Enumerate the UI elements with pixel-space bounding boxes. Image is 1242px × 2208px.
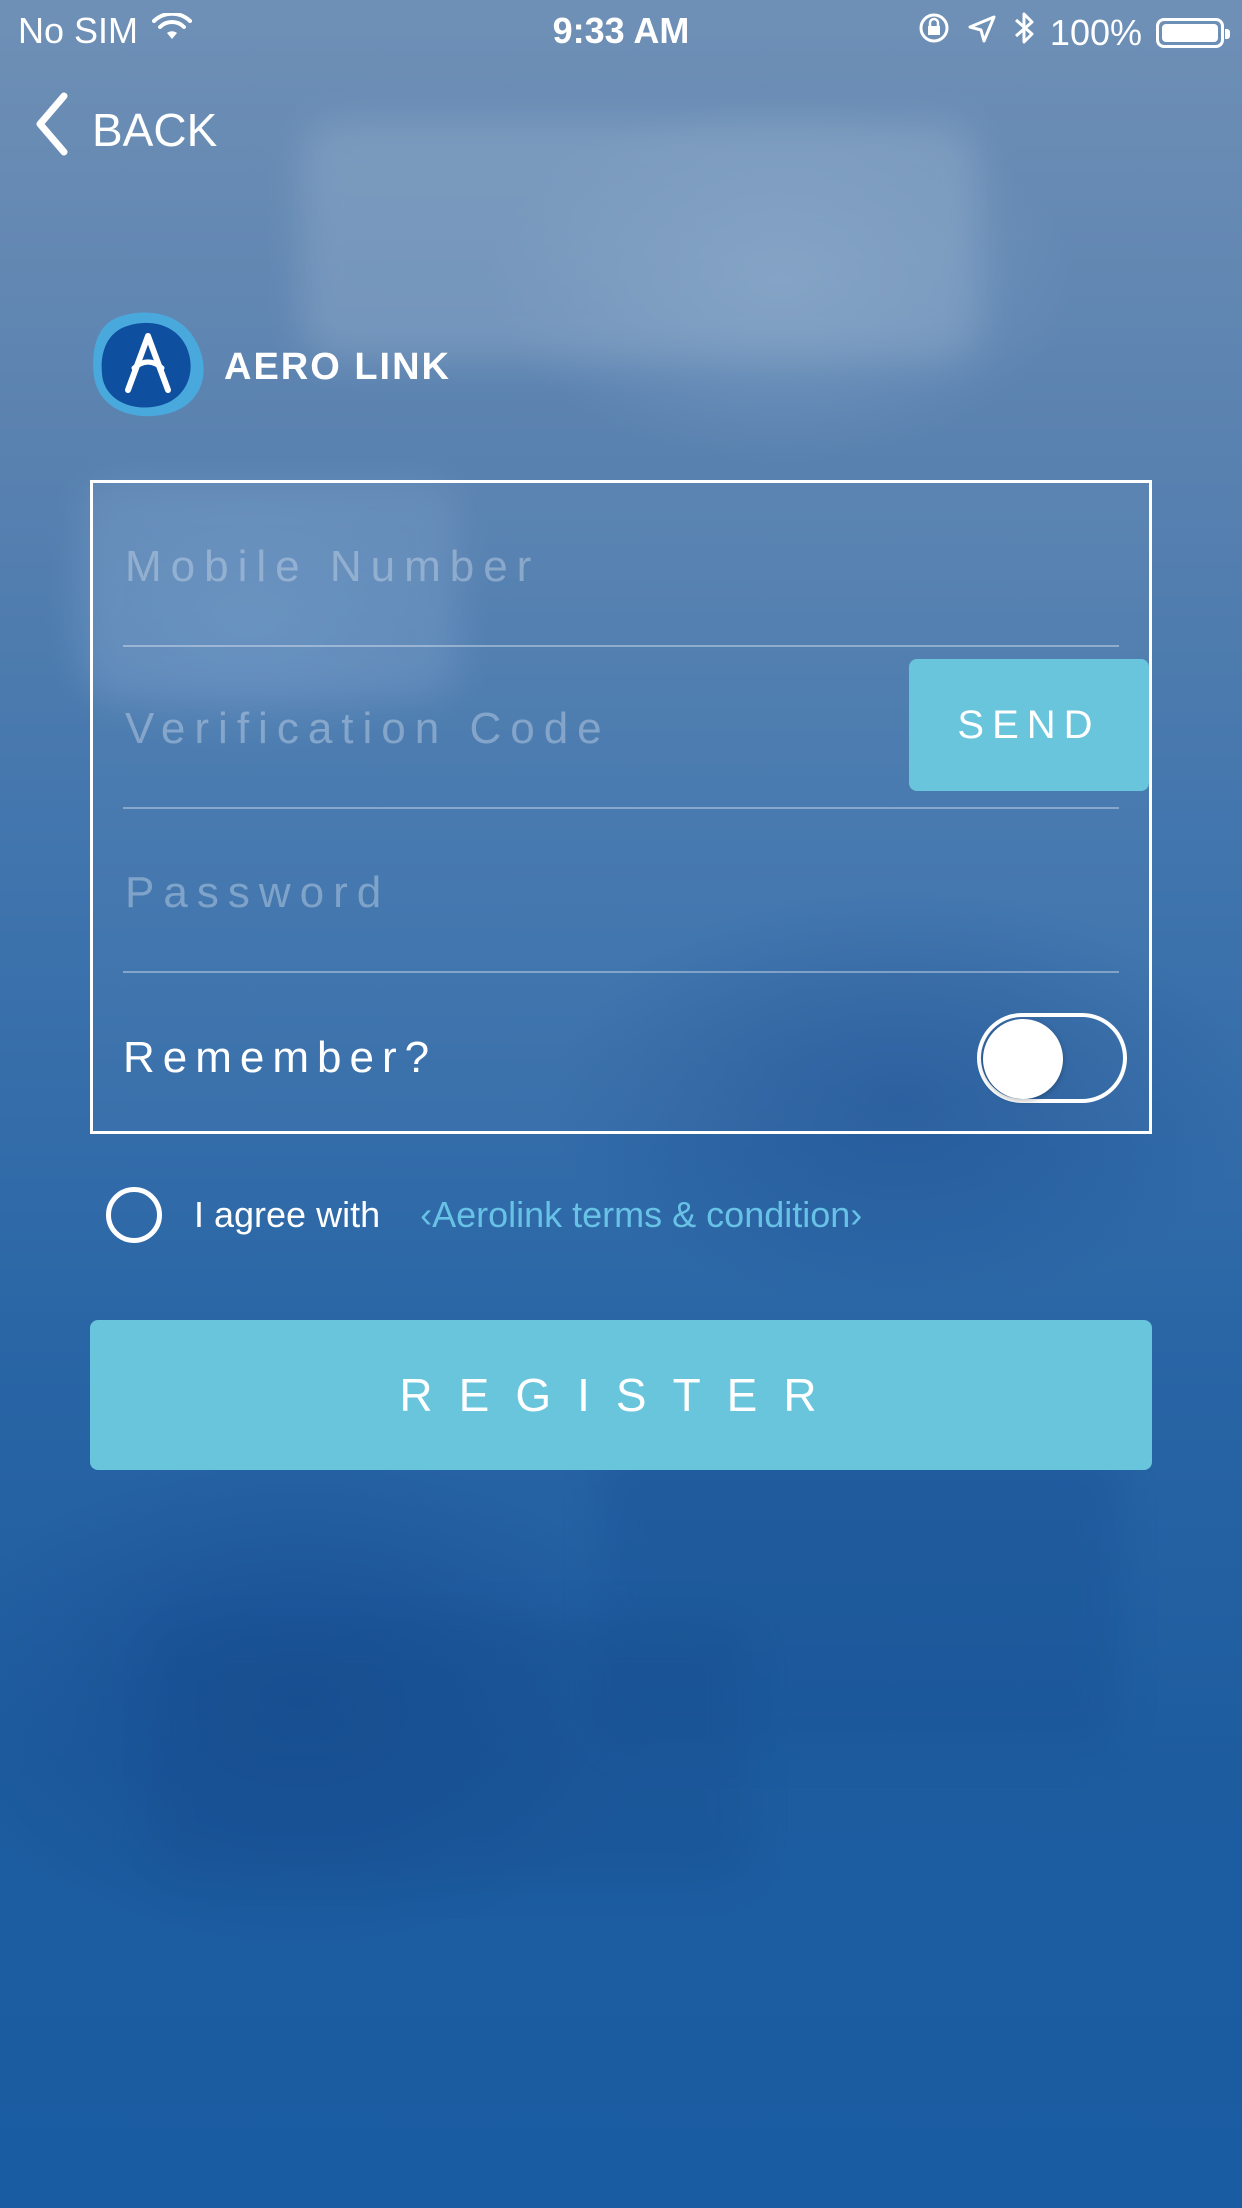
- remember-toggle[interactable]: [977, 1013, 1127, 1103]
- mobile-number-input[interactable]: [123, 541, 1123, 593]
- agree-radio[interactable]: [106, 1187, 162, 1243]
- back-label: BACK: [92, 103, 218, 156]
- aerolink-logo-icon: [90, 310, 210, 424]
- send-code-button[interactable]: SEND: [909, 659, 1149, 791]
- bluetooth-icon: [1012, 10, 1036, 55]
- battery-percent: 100%: [1049, 11, 1142, 53]
- status-right: 100%: [916, 10, 1230, 55]
- password-input[interactable]: [123, 867, 1123, 919]
- terms-link[interactable]: ‹Aerolink terms & condition›: [420, 1194, 862, 1236]
- register-form: SEND Remember?: [90, 480, 1152, 1134]
- rotation-lock-icon: [916, 10, 952, 55]
- location-icon: [966, 12, 998, 54]
- remember-label: Remember?: [123, 1033, 438, 1082]
- agree-row: I agree with ‹Aerolink terms & condition…: [106, 1183, 862, 1247]
- battery-icon: [1156, 17, 1230, 48]
- toggle-knob: [983, 1019, 1063, 1099]
- agree-text: I agree with: [194, 1194, 381, 1235]
- password-field: [123, 809, 1123, 973]
- background-blur-shape: [150, 1620, 750, 1880]
- back-button[interactable]: BACK: [34, 92, 217, 167]
- register-button[interactable]: REGISTER: [90, 1320, 1152, 1470]
- status-bar: No SIM 9:33 AM 100%: [0, 0, 1242, 60]
- chevron-left-icon: [34, 92, 70, 167]
- brand-name: AERO LINK: [224, 345, 451, 388]
- verification-code-input[interactable]: [123, 703, 805, 755]
- mobile-field: [123, 483, 1123, 647]
- brand-logo: AERO LINK: [90, 310, 451, 424]
